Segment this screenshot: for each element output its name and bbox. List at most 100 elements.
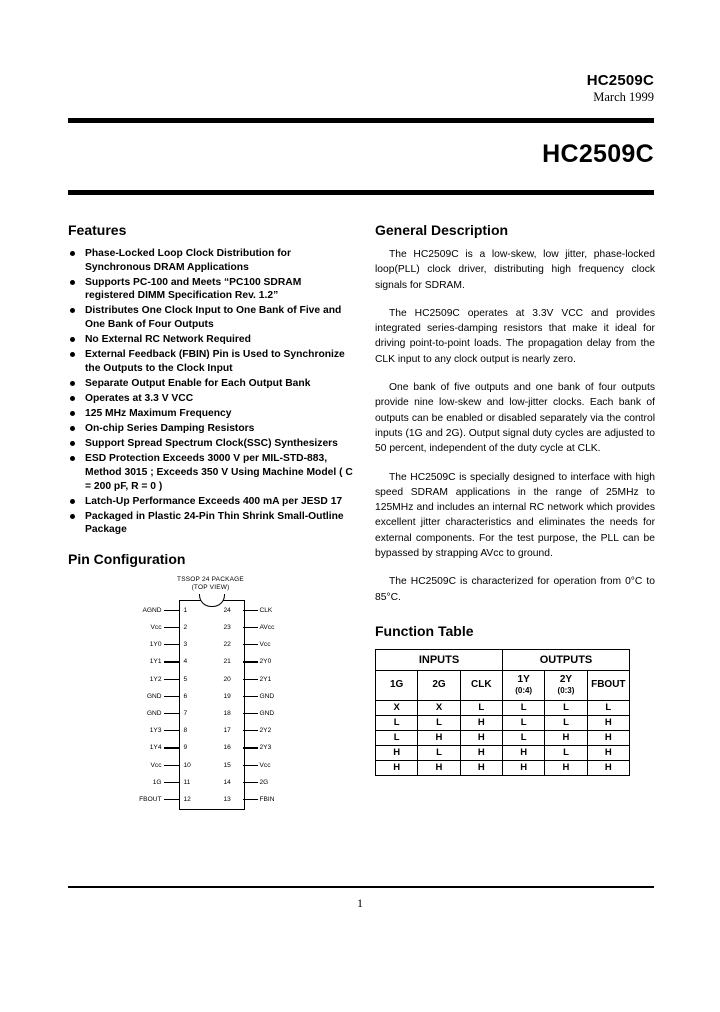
column-header-fbout: FBOUT [586,669,631,701]
table-cell: H [586,729,631,746]
pin-lead-right-icon [242,781,258,784]
pin-number-left: 9 [183,744,188,752]
pin-lead-right-icon [242,627,258,629]
package-caption-line2: (TOP VIEW) [191,583,230,591]
table-row: H H H H H H [374,759,631,776]
column-header-1y: 1Y (0:4) [501,669,546,701]
pin-number-right: 14 [223,778,231,786]
header-part-number: HC2509C [586,72,654,89]
pin-row: FBOUT 12 13 FBIN [76,791,346,808]
feature-item: External Feedback (FBIN) Pin is Used to … [68,348,353,375]
column-header-2y: 2Y (0:3) [544,669,588,701]
table-cell: L [544,714,588,731]
footer-rule [68,886,654,888]
feature-item: Supports PC-100 and Meets “PC100 SDRAM r… [68,276,353,303]
table-column-header-row: 1G 2G CLK 1Y (0:4) 2Y (0:3) FBOUT [374,669,631,701]
table-cell: H [544,759,588,776]
pin-lead-left-icon [163,747,179,749]
feature-item: Support Spread Spectrum Clock(SSC) Synth… [68,437,353,451]
pin-name-left: FBOUT [139,796,162,804]
table-cell: H [501,759,546,776]
table-cell: L [501,729,546,746]
header-date: March 1999 [593,90,654,104]
table-cell: H [544,729,588,746]
table-cell: X [417,699,461,716]
pin-number-left: 11 [183,778,191,786]
pin-lead-right-icon [242,695,258,698]
table-cell: H [586,759,631,776]
pin-number-right: 22 [223,641,231,649]
table-cell: L [586,699,631,716]
description-paragraph: One bank of five outputs and one bank of… [375,382,655,455]
pin-number-right: 13 [223,796,231,804]
pin-lead-left-icon [163,627,179,629]
pin-lead-right-icon [242,730,258,732]
pin-lead-right-icon [242,609,258,612]
package-diagram: AGND 1 24 CLK Vcc 2 23 AVcc 1Y0 3 22 Vcc… [76,593,346,816]
pin-number-left: 1 [183,606,188,614]
package-caption-line1: TSSOP 24 PACKAGE [177,575,244,583]
pin-number-right: 16 [223,744,231,752]
description-paragraph: The HC2509C is characterized for operati… [375,576,655,603]
pin-name-right: 2Y0 [259,658,272,666]
pin-lead-right-icon [242,799,258,801]
package-caption: TSSOP 24 PACKAGE (TOP VIEW) [68,576,353,592]
pin-number-left: 12 [183,796,191,804]
pin-configuration-section: Pin Configuration TSSOP 24 PACKAGE (TOP … [68,551,353,816]
pin-number-left: 3 [183,641,188,649]
table-cell: H [459,714,503,731]
pin-configuration-heading: Pin Configuration [68,550,186,567]
pin-number-right: 18 [223,710,231,718]
table-row: H L H H L H [374,744,631,761]
pin-name-left: GND [146,692,162,700]
features-heading: Features [68,222,127,238]
pin-row: Vcc 2 23 AVcc [76,619,346,636]
pin-name-right: CLK [259,606,273,614]
right-column: General Description The HC2509C is a low… [374,222,655,776]
table-cell: L [544,699,588,716]
pin-name-right: AVcc [259,624,275,632]
column-header-1y-label: 1Y [517,673,530,685]
group-header-inputs: INPUTS [375,648,503,671]
column-header-1y-range: (0:4) [515,685,533,695]
pin-lead-left-icon [163,644,179,646]
table-cell: L [374,714,419,731]
function-table: INPUTS OUTPUTS 1G 2G CLK 1Y (0:4) 2Y (0:… [374,648,631,776]
pin-lead-left-icon [163,713,179,715]
pin-number-left: 4 [183,658,188,666]
pin-lead-right-icon [242,747,258,749]
pin-lead-left-icon [163,764,179,766]
features-list: Phase-Locked Loop Clock Distribution for… [68,247,353,537]
table-cell: H [459,729,503,746]
pin-name-right: GND [259,710,275,718]
pin-lead-right-icon [242,764,258,766]
feature-item: Separate Output Enable for Each Output B… [68,377,353,391]
table-cell: L [374,729,419,746]
table-cell: H [417,729,461,746]
pin-number-right: 17 [223,727,231,735]
description-paragraph: The HC2509C is specially designed to int… [375,471,655,560]
function-table-heading: Function Table [375,622,474,639]
pin-name-right: 2Y1 [259,675,272,683]
table-cell: L [501,714,546,731]
pin-lead-right-icon [242,644,258,646]
pin-name-right: Vcc [259,641,271,649]
pin-row: 1Y4 9 16 2Y3 [76,739,346,756]
table-cell: L [501,699,546,716]
pin-name-right: GND [259,692,275,700]
table-cell: H [586,714,631,731]
pin-row: GND 7 18 GND [76,705,346,722]
pin-row: Vcc 10 15 Vcc [76,757,346,774]
table-cell: H [501,744,546,761]
pin-name-right: 2G [259,778,269,786]
left-column: Features Phase-Locked Loop Clock Distrib… [68,222,353,816]
pin-lead-left-icon [163,781,179,784]
pin-number-right: 19 [223,692,231,700]
table-cell: H [586,744,631,761]
feature-item: 125 MHz Maximum Frequency [68,407,353,421]
pin-name-left: 1G [152,778,162,786]
pin-lead-left-icon [163,678,179,680]
header-rule [68,118,654,123]
feature-item: No External RC Network Required [68,333,353,347]
pin-number-right: 24 [223,606,231,614]
